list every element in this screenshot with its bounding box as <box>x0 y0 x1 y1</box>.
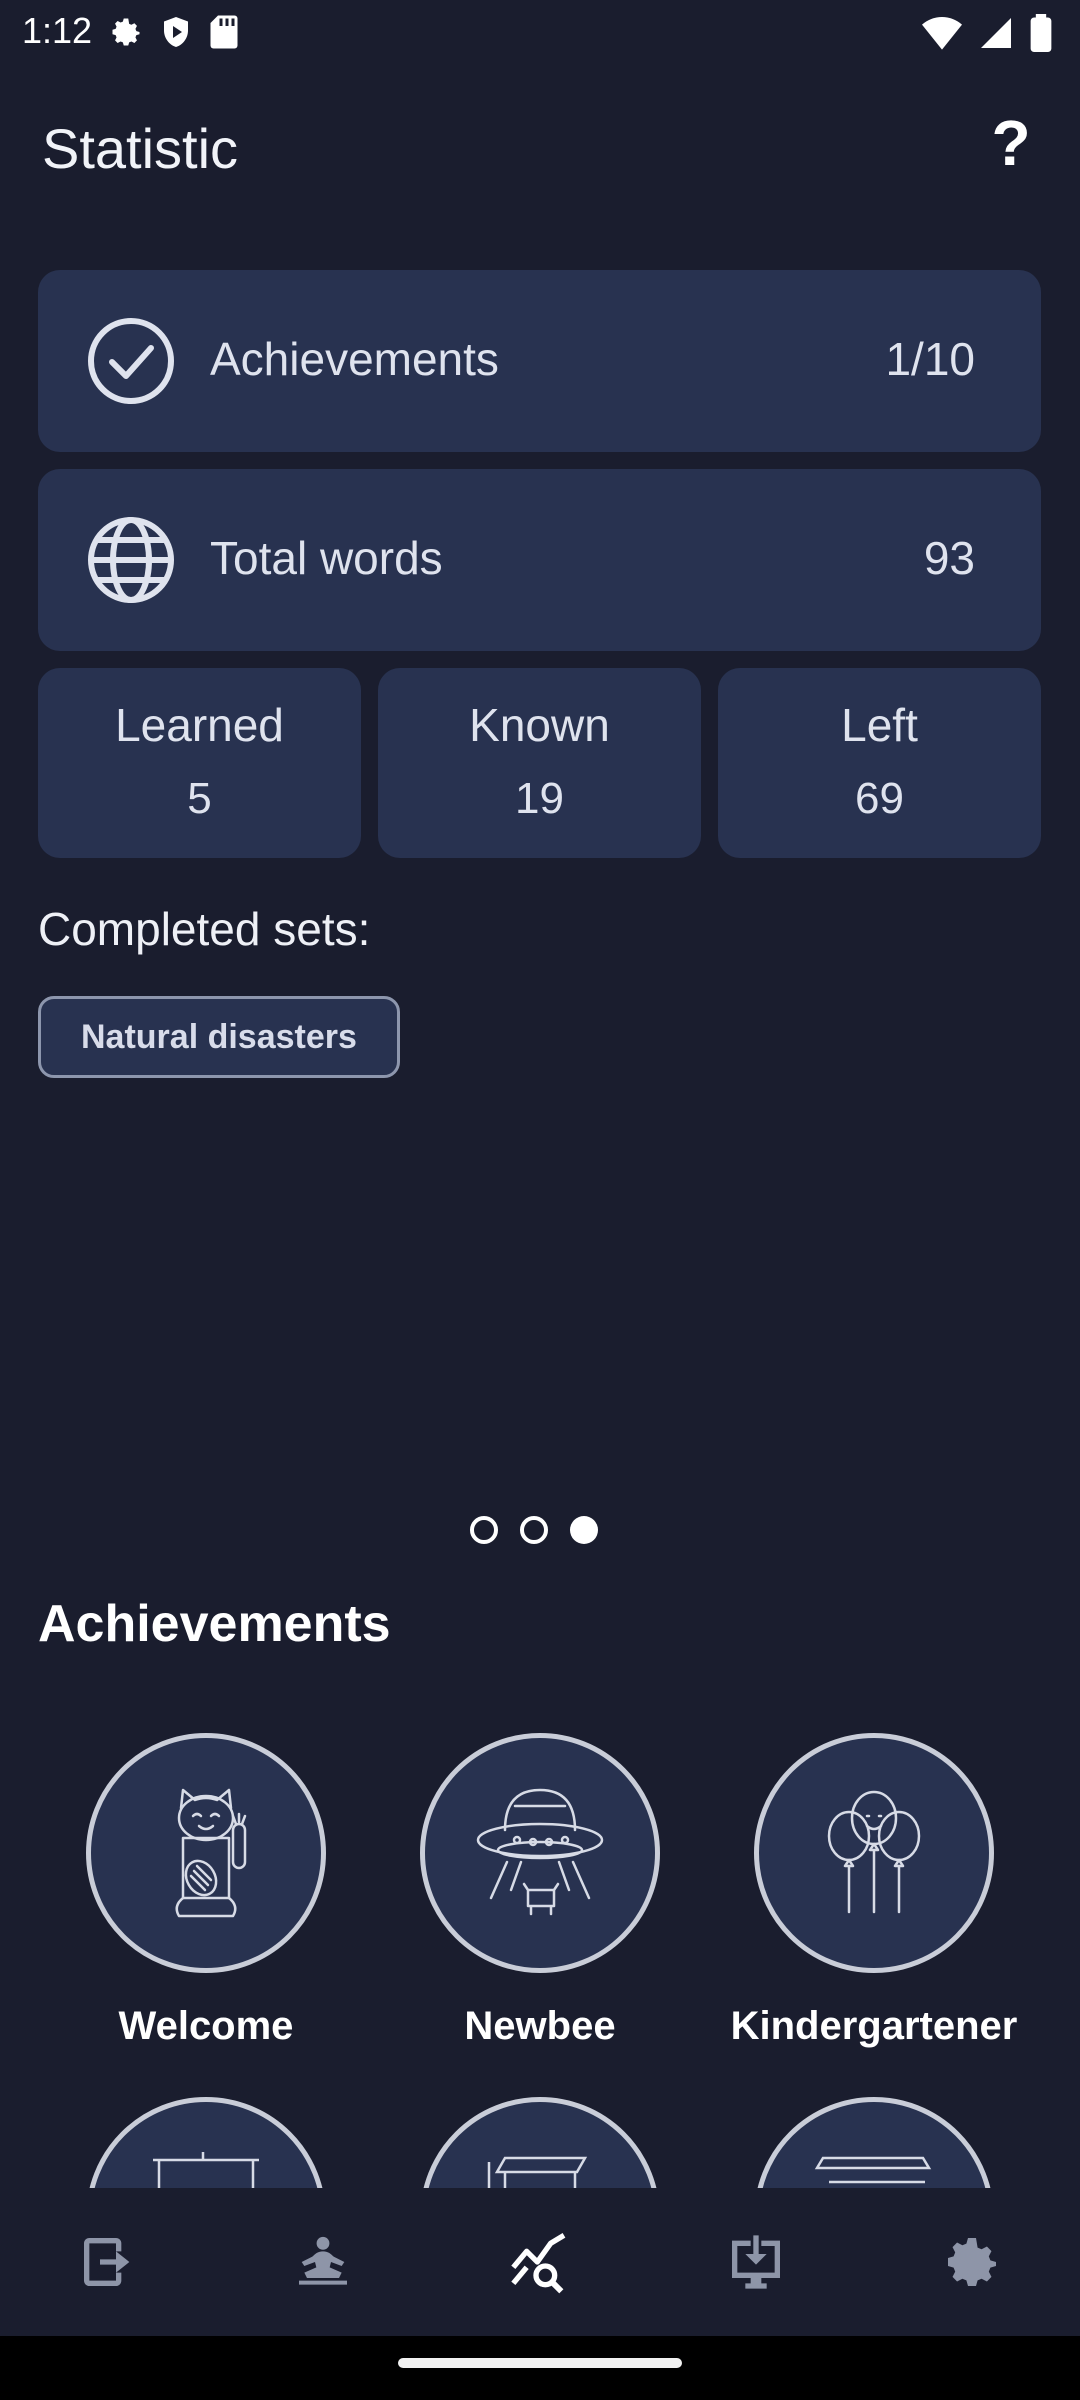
known-label: Known <box>469 699 610 751</box>
lucky-cat-icon <box>175 1788 247 1918</box>
page-dot[interactable] <box>520 1516 548 1544</box>
known-value: 19 <box>515 774 564 823</box>
wifi-icon <box>922 17 962 50</box>
learned-label: Learned <box>115 699 284 751</box>
left-card[interactable]: Left 69 <box>718 668 1041 858</box>
learned-card[interactable]: Learned 5 <box>38 668 361 858</box>
app-bar: Statistic ? <box>0 66 1080 236</box>
download-icon[interactable] <box>724 2230 788 2294</box>
page-indicator <box>470 1516 598 1544</box>
achievement-label-welcome: Welcome <box>118 2004 294 2048</box>
gear-icon <box>112 18 140 46</box>
status-time: 1:12 <box>22 10 93 51</box>
battery-icon <box>1030 14 1052 52</box>
check-circle-icon <box>88 318 174 404</box>
shield-icon <box>164 17 188 47</box>
page-dot-active[interactable] <box>570 1516 598 1544</box>
status-system-icons <box>922 14 1052 52</box>
signal-icon <box>981 18 1011 48</box>
ufo-icon <box>476 1788 604 1916</box>
help-button[interactable]: ? <box>976 108 1046 178</box>
balloons-icon <box>827 1790 921 1914</box>
left-label: Left <box>841 699 918 751</box>
status-bar: 1:12 <box>0 0 1080 66</box>
gesture-navigation-area <box>0 2336 1080 2400</box>
achievements-card[interactable]: Achievements 1/10 <box>38 270 1041 452</box>
settings-icon[interactable] <box>940 2230 1004 2294</box>
status-notification-icons <box>108 14 240 50</box>
left-value: 69 <box>855 774 904 823</box>
bottom-navigation <box>0 2188 1080 2336</box>
page-title: Statistic <box>42 117 239 180</box>
completed-sets-title: Completed sets: <box>38 903 371 955</box>
achievement-badge-kindergartener[interactable] <box>754 1733 994 1973</box>
learned-value: 5 <box>187 774 212 823</box>
achievement-badge-welcome[interactable] <box>86 1733 326 1973</box>
known-card[interactable]: Known 19 <box>378 668 701 858</box>
completed-set-chip[interactable]: Natural disasters <box>38 996 400 1078</box>
total-words-label: Total words <box>210 532 443 584</box>
gesture-handle[interactable] <box>398 2358 682 2368</box>
meditation-icon[interactable] <box>291 2230 355 2294</box>
achievement-label-newbee: Newbee <box>464 2004 616 2048</box>
globe-icon <box>88 517 174 603</box>
total-words-value: 93 <box>923 532 975 584</box>
achievements-value: 1/10 <box>885 333 975 385</box>
exit-icon[interactable] <box>76 2230 140 2294</box>
achievements-label: Achievements <box>210 333 499 385</box>
total-words-card[interactable]: Total words 93 <box>38 469 1041 651</box>
statistics-icon[interactable] <box>508 2230 572 2294</box>
page-dot[interactable] <box>470 1516 498 1544</box>
achievements-section-title: Achievements <box>38 1595 391 1653</box>
sd-card-icon <box>210 15 238 49</box>
achievement-badge-newbee[interactable] <box>420 1733 660 1973</box>
achievement-label-kindergartener: Kindergartener <box>730 2004 1018 2048</box>
